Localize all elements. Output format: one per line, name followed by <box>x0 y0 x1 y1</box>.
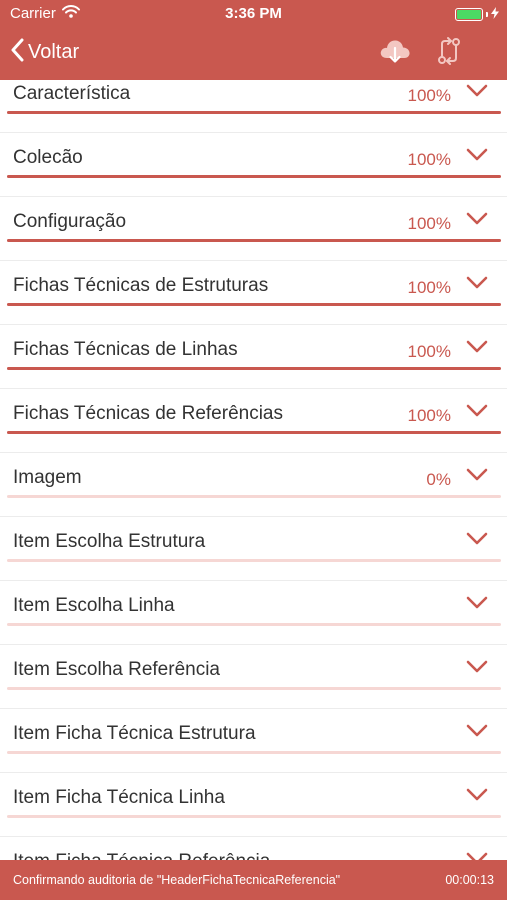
list-item[interactable]: Item Ficha Técnica Referência <box>0 837 507 860</box>
list-item-percent: 100% <box>407 278 451 297</box>
list-item[interactable]: Item Escolha Linha <box>0 581 507 645</box>
list-item-percent: 100% <box>407 214 451 233</box>
footer-message: Confirmando auditoria de "HeaderFichaTec… <box>13 873 341 887</box>
navigation-bar: Voltar <box>0 30 507 76</box>
progress-fill <box>7 111 501 114</box>
battery-level <box>457 10 481 19</box>
list-item-label: Fichas Técnicas de Referências <box>13 403 283 424</box>
list-item-percent: 100% <box>407 406 451 425</box>
chevron-down-icon[interactable] <box>465 595 489 611</box>
list-item-label: Fichas Técnicas de Linhas <box>13 339 238 360</box>
list-item[interactable]: Item Ficha Técnica Estrutura <box>0 709 507 773</box>
chevron-down-icon[interactable] <box>465 531 489 547</box>
header: Carrier 3:36 PM Voltar <box>0 0 507 80</box>
footer-status: Confirmando auditoria de "HeaderFichaTec… <box>0 860 507 900</box>
progress-track <box>7 431 501 434</box>
list-item-label: Item Ficha Técnica Estrutura <box>13 723 256 744</box>
list-item[interactable]: Imagem 0% <box>0 453 507 517</box>
status-time: 3:36 PM <box>225 5 282 22</box>
progress-track <box>7 623 501 626</box>
list-item-percent: 100% <box>407 86 451 105</box>
elapsed-time: 00:00:13 <box>445 873 494 887</box>
audit-list: Característica 100% Colecão 100% Configuraçã… <box>0 80 507 860</box>
list-item-label: Item Escolha Linha <box>13 595 175 616</box>
back-button[interactable]: Voltar <box>10 36 79 68</box>
list-item-label: Configuração <box>13 211 127 232</box>
list-item-label: Item Escolha Estrutura <box>13 531 206 552</box>
sync-arrows-icon <box>434 36 464 71</box>
chevron-down-icon[interactable] <box>465 275 489 291</box>
chevron-down-icon[interactable] <box>465 723 489 739</box>
list-item[interactable]: Fichas Técnicas de Referências 100% <box>0 389 507 453</box>
sync-button[interactable] <box>432 36 466 70</box>
progress-track <box>7 111 501 114</box>
list-item-label: Item Ficha Técnica Linha <box>13 787 225 808</box>
progress-track <box>7 175 501 178</box>
list-item-label: Colecão <box>13 147 83 168</box>
list-item-label: Fichas Técnicas de Estruturas <box>13 275 269 296</box>
progress-fill <box>7 239 501 242</box>
progress-track <box>7 815 501 818</box>
progress-track <box>7 239 501 242</box>
progress-track <box>7 751 501 754</box>
progress-fill <box>7 367 501 370</box>
chevron-down-icon[interactable] <box>465 339 489 355</box>
list-item-label: Item Escolha Referência <box>13 659 220 680</box>
cloud-download-icon <box>379 36 411 71</box>
chevron-down-icon[interactable] <box>465 659 489 675</box>
list-item[interactable]: Item Escolha Referência <box>0 645 507 709</box>
progress-track <box>7 367 501 370</box>
status-bar: Carrier 3:36 PM <box>0 0 507 28</box>
list-item[interactable]: Colecão 100% <box>0 133 507 197</box>
list-item[interactable]: Fichas Técnicas de Estruturas 100% <box>0 261 507 325</box>
chevron-left-icon <box>10 38 24 67</box>
list-item-percent: 0% <box>426 470 451 489</box>
progress-track <box>7 495 501 498</box>
list-item[interactable]: Fichas Técnicas de Linhas 100% <box>0 325 507 389</box>
list-item[interactable]: Configuração 100% <box>0 197 507 261</box>
progress-track <box>7 559 501 562</box>
list-item-label: Característica <box>13 83 131 104</box>
progress-track <box>7 303 501 306</box>
list-item[interactable]: Item Ficha Técnica Linha <box>0 773 507 837</box>
list-item-label: Item Ficha Técnica Referência <box>13 851 270 860</box>
chevron-down-icon[interactable] <box>465 83 489 99</box>
progress-fill <box>7 431 501 434</box>
chevron-down-icon[interactable] <box>465 403 489 419</box>
chevron-down-icon[interactable] <box>465 211 489 227</box>
battery-icon <box>455 8 483 21</box>
back-label: Voltar <box>28 40 80 63</box>
chevron-down-icon[interactable] <box>465 147 489 163</box>
list-item-percent: 100% <box>407 342 451 361</box>
chevron-down-icon[interactable] <box>465 787 489 803</box>
list-item[interactable]: Item Escolha Estrutura <box>0 517 507 581</box>
list-item[interactable]: Característica 100% <box>0 80 507 133</box>
chevron-down-icon[interactable] <box>465 851 489 860</box>
cloud-download-button[interactable] <box>378 36 412 70</box>
chevron-down-icon[interactable] <box>465 467 489 483</box>
status-right <box>455 6 499 23</box>
progress-track <box>7 687 501 690</box>
list-item-label: Imagem <box>13 467 82 488</box>
list-item-percent: 100% <box>407 150 451 169</box>
progress-fill <box>7 175 501 178</box>
progress-fill <box>7 303 501 306</box>
battery-cap <box>486 12 488 17</box>
charging-icon <box>491 6 499 23</box>
